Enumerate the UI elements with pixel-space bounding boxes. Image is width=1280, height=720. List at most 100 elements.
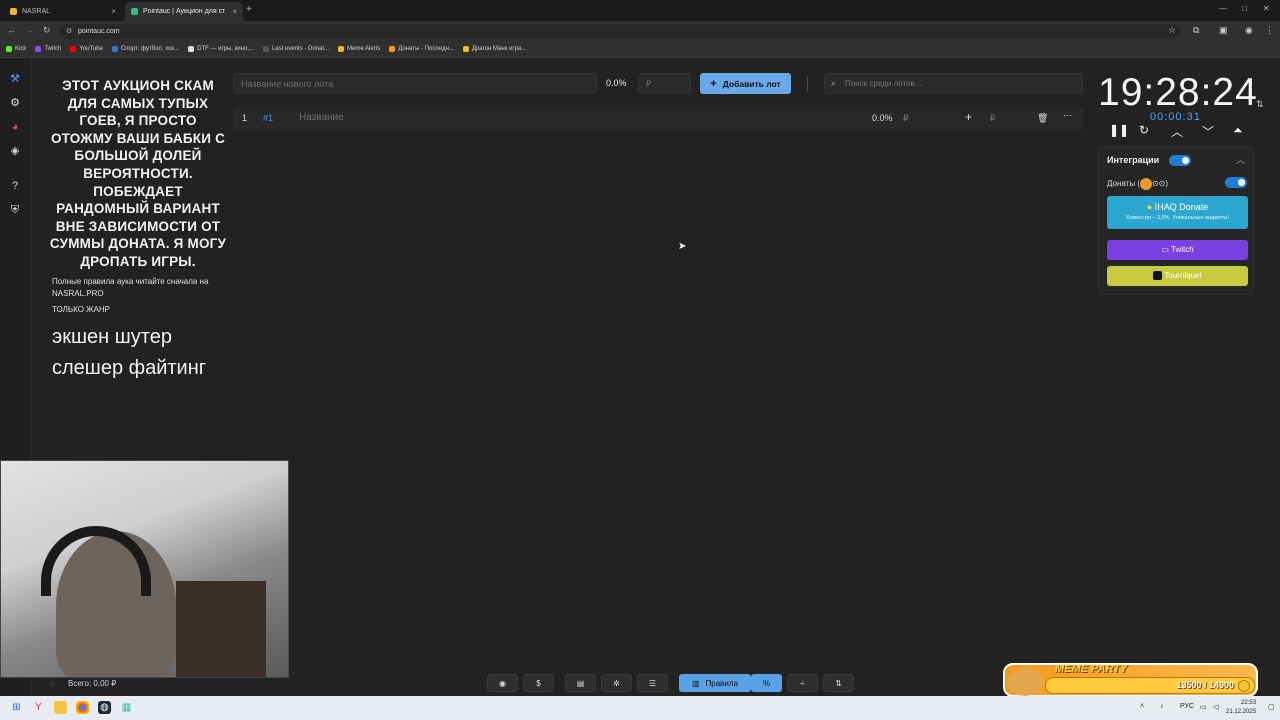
steam-icon[interactable]: ◍ [98, 701, 111, 714]
sort-button[interactable]: ⇅ [823, 674, 854, 692]
mouse-cursor-icon: ➤ [678, 241, 687, 252]
more-options-icon[interactable]: ⋯ [1063, 110, 1072, 121]
tourniquet-button[interactable]: Tourniquet [1107, 266, 1248, 286]
add-amount-plus-icon[interactable]: + [965, 110, 972, 124]
donates-row: Донаты ( ⊙⊙) [1107, 178, 1168, 190]
restart-icon[interactable]: ↻ [1139, 123, 1149, 137]
lot-search-input[interactable]: ⌕ Поиск среди лотов... [824, 73, 1083, 94]
close-window-button[interactable]: ✕ [1263, 4, 1270, 13]
tab-pointauc[interactable]: Pointauc | Аукцион для стримеров × [125, 2, 243, 21]
notifications-icon[interactable]: ▢ [1268, 703, 1275, 711]
integrations-title: Интеграции [1107, 155, 1160, 165]
new-lot-name-input[interactable]: Название нового лота [233, 73, 597, 94]
windows-start-icon[interactable]: ⊞ [10, 701, 23, 714]
network-icon[interactable]: ▭ [1200, 703, 1207, 711]
tab-nasral[interactable]: NASRAL × [4, 2, 122, 21]
lot-name-input[interactable]: Название [299, 112, 344, 123]
rules-note-line: Полные правила аука читайте сначала на [52, 276, 209, 286]
rules-panel: ЭТОТ АУКЦИОН СКАМ ДЛЯ САМЫХ ТУПЫХ ГОЕВ, … [48, 77, 228, 384]
reload-icon[interactable]: ↻ [43, 25, 51, 36]
site-info-icon[interactable]: ⚙ [66, 27, 72, 35]
bookmark-sport[interactable]: Спорт: футбол, хок... [111, 46, 179, 52]
maximize-button[interactable]: □ [1242, 4, 1247, 13]
forward-arrow-icon[interactable]: → [25, 25, 34, 35]
bookmarks-bar: Kick Twitch YouTube Спорт: футбол, хок..… [0, 41, 1280, 58]
yandex-icon[interactable]: Y [32, 701, 45, 714]
minimize-button[interactable]: — [1219, 4, 1227, 13]
bookmark-star-icon[interactable]: ☆ [1168, 25, 1176, 36]
hide-total-icon[interactable]: ◌ [50, 679, 55, 688]
search-placeholder: Поиск среди лотов... [845, 79, 922, 88]
layers-icon[interactable]: ◈ [8, 144, 22, 158]
decrease-time-icon[interactable]: ﹀ [1202, 123, 1214, 140]
save-button[interactable]: ▤ [565, 674, 596, 692]
history-button[interactable]: ☰ [637, 674, 668, 692]
auction-hammer-icon[interactable]: ⚒ [8, 72, 22, 86]
explorer-folder-icon[interactable] [54, 701, 67, 714]
donate-button[interactable]: $ [523, 674, 554, 692]
bookmark-twitch[interactable]: Twitch [35, 46, 61, 52]
auction-timer: 19:28:24 [1098, 71, 1258, 114]
help-icon[interactable]: ? [8, 179, 22, 193]
profile-icon[interactable]: ◉ [1245, 25, 1253, 36]
increase-time-icon[interactable]: ︿ [1171, 123, 1183, 140]
menu-icon[interactable]: ⋮ [1265, 25, 1274, 36]
mic-icon[interactable]: ♪ [1160, 703, 1164, 710]
github-button[interactable]: ◉ [487, 674, 518, 692]
bookmark-dragon[interactable]: Драгон Манк игра... [462, 46, 527, 52]
integrations-toggle[interactable] [1169, 155, 1191, 166]
chrome-icon[interactable] [76, 701, 89, 714]
coin-icon [1238, 680, 1250, 692]
donates-toggle[interactable] [1225, 177, 1247, 188]
app-icon[interactable]: ▥ [120, 701, 133, 714]
webcam-overlay [0, 460, 289, 678]
sidepanel-icon[interactable]: ▣ [1219, 25, 1228, 36]
bug-button[interactable]: ✲ [601, 674, 632, 692]
language-indicator[interactable]: РУС [1180, 703, 1194, 710]
tray-chevron-icon[interactable]: ˄ [1140, 703, 1144, 710]
wheel-icon[interactable]: ◕ [8, 120, 22, 134]
bookmark-youtube[interactable]: YouTube [70, 46, 103, 52]
delete-trash-icon[interactable]: 🗑 [1037, 113, 1048, 124]
pause-icon[interactable]: ❚❚ [1109, 123, 1129, 137]
donates-label: Донаты ( [1107, 179, 1140, 189]
double-increase-icon[interactable]: ⏶ [1233, 123, 1243, 138]
percent-button[interactable]: % [751, 674, 782, 692]
bookmark-meme-alerts[interactable]: Meme Alerts [338, 46, 380, 52]
extra-amount-input[interactable]: ₽ [990, 113, 996, 124]
new-lot-amount-input[interactable]: ₽ [638, 73, 691, 94]
doge-image [1007, 668, 1043, 696]
bookmark-label: Kick [15, 46, 27, 52]
donates-suffix: ⊙⊙) [1151, 179, 1169, 189]
ihaq-donate-button[interactable]: ● IHAQ Donate Комиссия – 3,5%. Уникальны… [1107, 196, 1248, 229]
genre-list: экшен шутер слешер файтинг [48, 322, 228, 384]
bookmark-donates[interactable]: Донаты - Последн... [389, 46, 454, 52]
url-field[interactable]: ⚙ pointauc.com [60, 24, 1180, 39]
system-clock[interactable]: 22:53 21.12.2025 [1226, 699, 1256, 717]
bookmark-label: Meme Alerts [347, 46, 381, 52]
new-tab-button[interactable]: + [246, 4, 252, 15]
twitch-icon: ▭ [1161, 245, 1169, 254]
add-lot-button[interactable]: + Добавить лот [700, 73, 791, 94]
swap-icon[interactable]: ⇅ [1256, 99, 1264, 110]
collapse-chevron-icon[interactable]: ︿ [1236, 153, 1245, 166]
extensions-icon[interactable]: ⧉ [1193, 25, 1199, 36]
split-button[interactable]: ÷ [787, 674, 818, 692]
sport-icon [111, 46, 118, 52]
bookmark-last-events[interactable]: Last events - Donat... [262, 46, 329, 52]
elapsed-timer: 00:00:31 [1150, 111, 1201, 123]
volume-icon[interactable]: ◁ [1213, 703, 1218, 711]
twitch-button[interactable]: ▭ Twitch [1107, 240, 1248, 260]
shield-icon[interactable]: ⛨ [8, 203, 22, 217]
close-tab-icon[interactable]: × [232, 7, 237, 16]
bookmark-kick[interactable]: Kick [6, 46, 26, 52]
settings-gear-icon[interactable]: ⚙ [8, 96, 22, 110]
close-tab-icon[interactable]: × [111, 7, 116, 16]
back-arrow-icon[interactable]: ← [7, 25, 16, 35]
lot-row: 1 #1 Название 0.0% ₽ + ₽ 🗑 ⋯ [233, 107, 1083, 131]
bookmark-label: Драгон Манк игра... [471, 46, 527, 52]
rules-button[interactable]: ▥ Правила [679, 674, 751, 692]
rules-note-link: NASRAL.PRO [52, 288, 104, 298]
bookmark-dtf[interactable]: DTF — игры, кино,... [188, 46, 254, 52]
bookmark-label: DTF — игры, кино,... [197, 46, 254, 52]
